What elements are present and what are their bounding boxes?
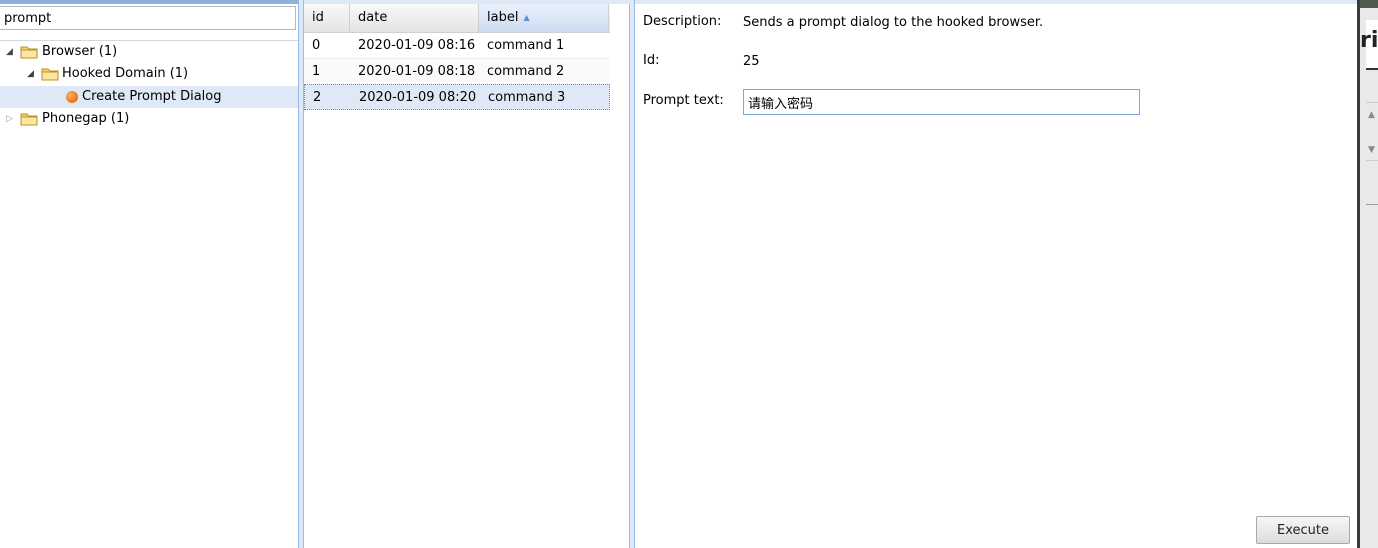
folder-icon	[41, 68, 59, 81]
description-value: Sends a prompt dialog to the hooked brow…	[743, 15, 1044, 30]
table-row-selected[interactable]: 2 2020-01-09 08:20 command 3	[304, 84, 610, 110]
scroll-down-icon[interactable]: ▼	[1368, 145, 1375, 155]
collapse-arrow-icon[interactable]: ◢	[6, 41, 16, 63]
cell-label: command 2	[487, 64, 565, 79]
tree-panel-header-bar	[0, 0, 298, 4]
window-edge-border	[1357, 0, 1360, 548]
column-header-id[interactable]: id	[304, 4, 350, 32]
tree-node-label: Browser (1)	[42, 44, 118, 59]
tree-node-hooked-domain[interactable]: ◢ Hooked Domain (1)	[0, 63, 298, 85]
expand-arrow-icon[interactable]: ▷	[6, 108, 16, 130]
cell-label: command 3	[488, 90, 566, 105]
table-row[interactable]: 0 2020-01-09 08:16 command 1	[304, 33, 610, 59]
module-search-input[interactable]	[0, 6, 296, 30]
table-row[interactable]: 1 2020-01-09 08:18 command 2	[304, 59, 610, 85]
id-label: Id:	[643, 53, 660, 68]
tree-node-browser[interactable]: ◢ Browser (1)	[0, 41, 298, 63]
prompt-text-label: Prompt text:	[643, 93, 724, 108]
folder-icon	[20, 46, 38, 59]
column-header-label: date	[358, 10, 388, 25]
cell-date: 2020-01-09 08:20	[359, 90, 477, 105]
collapse-arrow-icon[interactable]: ◢	[27, 63, 37, 85]
scroll-up-icon[interactable]: ▲	[1368, 110, 1375, 120]
command-status-icon	[66, 91, 78, 103]
column-header-label[interactable]: label ▲	[479, 4, 609, 32]
command-detail-panel: Description: Sends a prompt dialog to th…	[635, 0, 1357, 548]
folder-icon	[20, 113, 38, 126]
cell-date: 2020-01-09 08:18	[358, 64, 476, 79]
clipped-title-text: ri	[1360, 28, 1378, 53]
tree-node-phonegap[interactable]: ▷ Phonegap (1)	[0, 108, 298, 130]
divider	[1366, 204, 1378, 205]
module-tree-panel: ◢ Browser (1) ◢ Hooked Domain (1) Create…	[0, 0, 299, 548]
description-label: Description:	[643, 14, 722, 29]
column-header-date[interactable]: date	[350, 4, 479, 32]
cell-id: 0	[312, 38, 321, 53]
tree-node-label: Create Prompt Dialog	[82, 89, 222, 104]
cell-label: command 1	[487, 38, 565, 53]
tree-node-create-prompt-dialog[interactable]: Create Prompt Dialog	[0, 86, 298, 108]
divider	[1366, 102, 1378, 103]
column-header-label: id	[312, 10, 324, 25]
execute-button[interactable]: Execute	[1256, 516, 1350, 544]
tree-node-label: Hooked Domain (1)	[62, 66, 189, 81]
prompt-text-input[interactable]	[743, 89, 1140, 115]
detail-panel-header-bar	[635, 0, 1357, 4]
cell-id: 2	[313, 90, 322, 105]
divider	[1366, 160, 1378, 161]
column-header-label: label	[487, 10, 519, 25]
grid-header: id date label ▲	[304, 4, 610, 33]
cell-date: 2020-01-09 08:16	[358, 38, 476, 53]
tree-node-label: Phonegap (1)	[42, 111, 130, 126]
window-edge-header	[1360, 0, 1378, 8]
id-value: 25	[743, 54, 760, 69]
sort-ascending-icon: ▲	[523, 13, 530, 22]
command-history-grid: id date label ▲ 0 2020-01-09 08:16 comman…	[304, 0, 630, 548]
cell-id: 1	[312, 64, 321, 79]
adjacent-window-edge	[1357, 0, 1378, 548]
